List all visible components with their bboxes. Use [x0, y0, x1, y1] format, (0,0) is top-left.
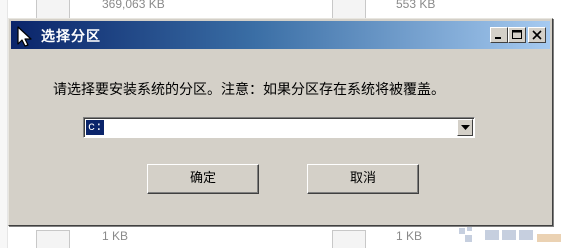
- file-icon[interactable]: [332, 230, 366, 248]
- cursor-icon: [17, 26, 32, 47]
- cancel-button[interactable]: 取消: [307, 164, 419, 194]
- dropdown-button[interactable]: [457, 119, 473, 136]
- minimize-button[interactable]: [490, 27, 508, 43]
- minimize-icon: [495, 37, 501, 39]
- file-size: 553 KB: [396, 0, 436, 11]
- maximize-icon: [512, 30, 522, 39]
- close-icon: [532, 30, 542, 40]
- selected-partition: c:: [86, 120, 105, 135]
- file-size: 1 KB: [396, 229, 423, 243]
- partition-dropdown[interactable]: c:: [83, 117, 475, 138]
- background-window-edge: [0, 0, 8, 248]
- file-icon[interactable]: [36, 230, 70, 248]
- file-size: 369,063 KB: [102, 0, 165, 11]
- close-button[interactable]: [528, 27, 546, 43]
- chevron-down-icon: [461, 125, 470, 130]
- file-size: 1 KB: [102, 229, 129, 243]
- warning-message: 请选择要安装系统的分区。注意：如果分区存在系统将被覆盖。: [53, 82, 445, 98]
- ok-button[interactable]: 确定: [147, 164, 259, 194]
- title-bar[interactable]: 选择分区: [11, 21, 550, 49]
- select-partition-dialog: 选择分区 请选择要安装系统的分区。注意：如果分区存在系统将被覆盖。 c: 确定 …: [8, 18, 553, 226]
- maximize-button[interactable]: [508, 27, 526, 43]
- dialog-title: 选择分区: [41, 29, 101, 45]
